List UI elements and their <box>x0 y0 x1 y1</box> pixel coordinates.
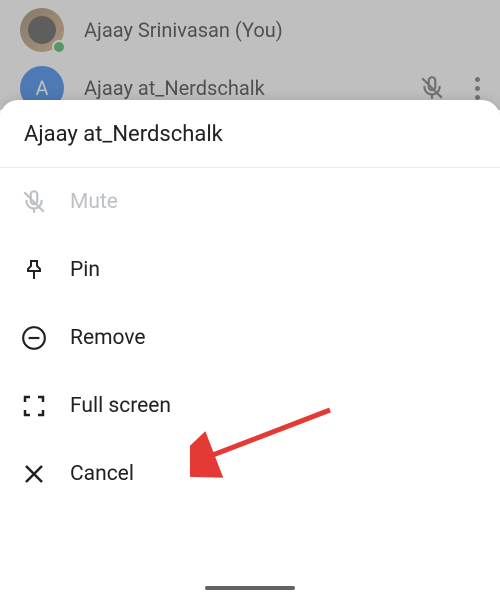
mute-label: Mute <box>70 190 118 214</box>
remove-icon <box>20 324 48 352</box>
sheet-header: Ajaay at_Nerdschalk <box>0 100 500 168</box>
pin-icon <box>20 256 48 284</box>
remove-label: Remove <box>70 326 146 350</box>
pin-option[interactable]: Pin <box>0 236 500 304</box>
navigation-handle[interactable] <box>205 586 295 590</box>
cancel-label: Cancel <box>70 462 134 486</box>
remove-option[interactable]: Remove <box>0 304 500 372</box>
sheet-title: Ajaay at_Nerdschalk <box>24 122 476 147</box>
fullscreen-icon <box>20 392 48 420</box>
cancel-option[interactable]: Cancel <box>0 440 500 508</box>
mute-option: Mute <box>0 168 500 236</box>
pin-label: Pin <box>70 258 100 282</box>
fullscreen-label: Full screen <box>70 394 171 418</box>
modal-overlay[interactable] <box>0 0 500 110</box>
close-icon <box>20 460 48 488</box>
fullscreen-option[interactable]: Full screen <box>0 372 500 440</box>
bottom-sheet: Ajaay at_Nerdschalk Mute Pin <box>0 100 500 598</box>
mute-icon <box>20 188 48 216</box>
